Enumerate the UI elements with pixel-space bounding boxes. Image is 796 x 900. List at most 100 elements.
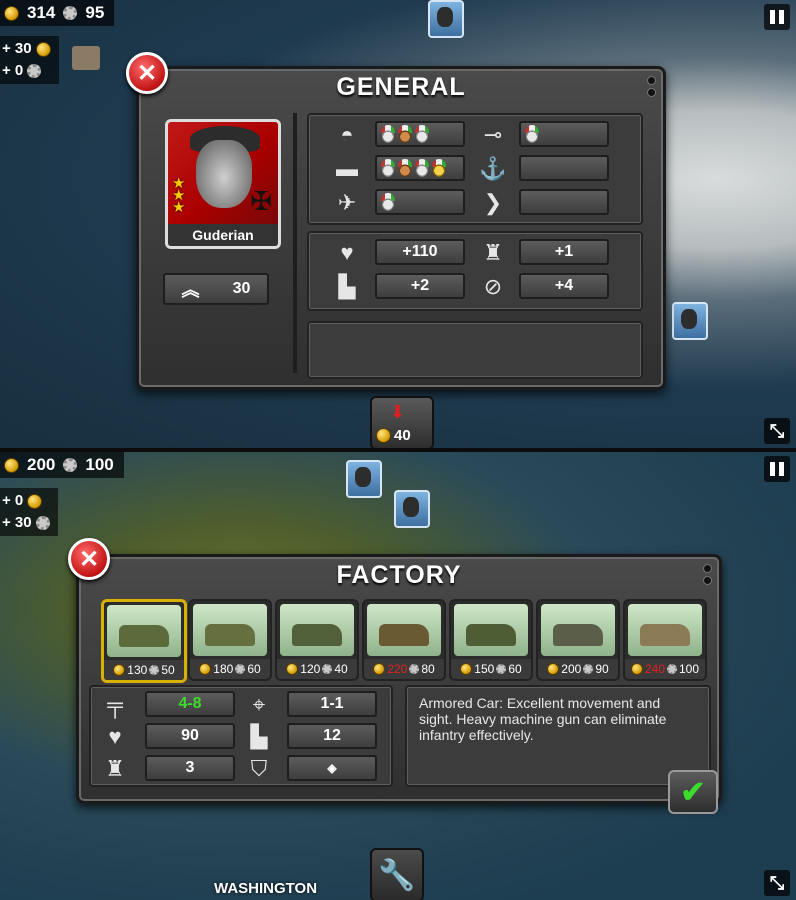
unit-cost: 220 80: [364, 659, 444, 679]
iron-cross-icon: ✠: [250, 186, 272, 216]
unit-image: [367, 604, 441, 656]
general-name: Guderian: [168, 224, 278, 246]
tank-icon: ▬: [336, 156, 358, 181]
armor-layers-icon: ◈: [327, 761, 337, 775]
machine-gun-icon: ╤: [107, 692, 123, 717]
unit-gold-cost: 130: [127, 663, 148, 677]
navy-medals: [519, 155, 609, 181]
gold-coin-icon: [286, 663, 299, 675]
heart-icon: ♥: [340, 240, 354, 265]
close-button[interactable]: ✕: [126, 52, 168, 94]
unit-industry-cost: 80: [421, 662, 435, 676]
unit-card-armored-car[interactable]: 130 50: [101, 599, 187, 683]
unit-cost: 120 40: [277, 659, 357, 679]
gold-amount: 200: [27, 455, 56, 474]
air-medals: [375, 189, 465, 215]
build-wrench-button[interactable]: 🔧: [370, 848, 424, 900]
down-arrow-icon: ⬇: [390, 402, 406, 422]
gold-income: + 0: [2, 492, 24, 509]
income-panel: + 30 + 0: [0, 36, 59, 84]
armored-car-icon: [119, 625, 169, 647]
fortification-bonus: +1: [519, 239, 609, 265]
factory-panel: FACTORY 130 50 180 60 120 40 220 80 150 60 200 90 24…: [76, 554, 722, 804]
boot-icon: ▙: [338, 274, 356, 299]
industry-gear-icon: [235, 664, 246, 674]
gold-coin-icon: [199, 663, 212, 675]
unit-card-heavy-tank[interactable]: 240 100: [623, 599, 707, 681]
unit-gold-cost: 180: [213, 662, 234, 676]
special-medals: [519, 189, 609, 215]
resource-bar: 200 100: [0, 452, 124, 478]
pause-button[interactable]: [764, 4, 790, 30]
deploy-general-button[interactable]: ⬇ 40: [370, 396, 434, 448]
unit-image: [193, 604, 267, 656]
close-button[interactable]: ✕: [68, 538, 110, 580]
fortification-stat: 3: [145, 755, 235, 781]
rank-chevron-icon: ❯: [483, 190, 503, 215]
unit-description-panel: Armored Car: Excellent movement and sigh…: [405, 685, 711, 787]
gold-income: + 30: [2, 40, 32, 57]
infantry-medals: [375, 121, 465, 147]
general-token-map[interactable]: [428, 0, 464, 38]
unit-cost: 180 60: [190, 659, 270, 679]
gold-coin-icon: [4, 457, 19, 473]
general-face: [196, 140, 252, 208]
pause-button[interactable]: [764, 456, 790, 482]
unit-industry-cost: 60: [508, 662, 522, 676]
panel-title: FACTORY: [336, 561, 462, 589]
unit-cost: 240 100: [625, 659, 705, 679]
gold-amount: 314: [27, 3, 56, 22]
unit-image: [454, 604, 528, 656]
attack-stat: 4-8: [145, 691, 235, 717]
industry-income: + 30: [2, 514, 32, 531]
heavy-tank-icon: [640, 624, 690, 646]
fortification-icon: ♜: [483, 240, 503, 265]
supply-canister-icon: ⊘: [483, 274, 503, 299]
rocket-truck-icon: [553, 624, 603, 646]
unit-industry-cost: 60: [247, 662, 261, 676]
unit-card-field-artillery[interactable]: 150 60: [449, 599, 533, 681]
unit-industry-cost: 90: [595, 662, 609, 676]
gold-coin-icon: [4, 5, 19, 21]
unit-cost: 150 60: [451, 659, 531, 679]
general-token-map[interactable]: [672, 302, 708, 340]
movement-bonus: +2: [375, 273, 465, 299]
industry-amount: 100: [85, 455, 114, 474]
industry-gear-icon: [583, 664, 594, 674]
shield-icon: ⛉: [250, 756, 268, 781]
general-token-map[interactable]: [346, 460, 382, 498]
health-stat: 90: [145, 723, 235, 749]
gold-coin-icon: [373, 663, 386, 675]
unit-image: [280, 604, 354, 656]
industry-gear-icon: [149, 665, 160, 675]
crosshair-icon: ⌖: [252, 692, 266, 717]
heart-icon: ♥: [108, 724, 122, 749]
unit-card-medium-tank[interactable]: 220 80: [362, 599, 446, 681]
unit-image: [628, 604, 702, 656]
artillery-medals: [519, 121, 609, 147]
airplane-icon: ✈: [337, 190, 357, 215]
resource-bar: 314 95: [0, 0, 115, 26]
movement-stat: 12: [287, 723, 377, 749]
unit-cost: 200 90: [538, 659, 618, 679]
general-screen: 314 95 + 30 + 0 ⤡ GENERAL ★ ★ ★ ✠ Guderian…: [0, 0, 796, 448]
gold-coin-icon: [27, 493, 43, 509]
panel-title: GENERAL: [336, 73, 466, 101]
gold-coin-icon: [630, 663, 643, 675]
armor-stat: ◈: [287, 755, 377, 781]
confirm-build-button[interactable]: ✔: [668, 770, 718, 814]
industry-gear-icon: [322, 664, 333, 674]
unit-card-light-tank[interactable]: 180 60: [188, 599, 272, 681]
menu-toggle-button[interactable]: ⤡: [764, 418, 790, 444]
unit-card-anti-tank-gun[interactable]: 120 40: [275, 599, 359, 681]
unit-card-rocket-truck[interactable]: 200 90: [536, 599, 620, 681]
general-token-map[interactable]: [394, 490, 430, 528]
rank-field: ︽ 30: [163, 273, 269, 305]
unit-industry-cost: 40: [334, 662, 348, 676]
city-icon[interactable]: [72, 46, 100, 70]
rank-chevron-icon: ︽: [181, 280, 200, 300]
medals-panel: ◓ ⊸ ▬ ⚓ ✈ ❯: [307, 113, 643, 225]
general-portrait[interactable]: ★ ★ ★ ✠ Guderian: [165, 119, 281, 249]
health-bonus: +110: [375, 239, 465, 265]
menu-toggle-button[interactable]: ⤡: [764, 870, 790, 896]
